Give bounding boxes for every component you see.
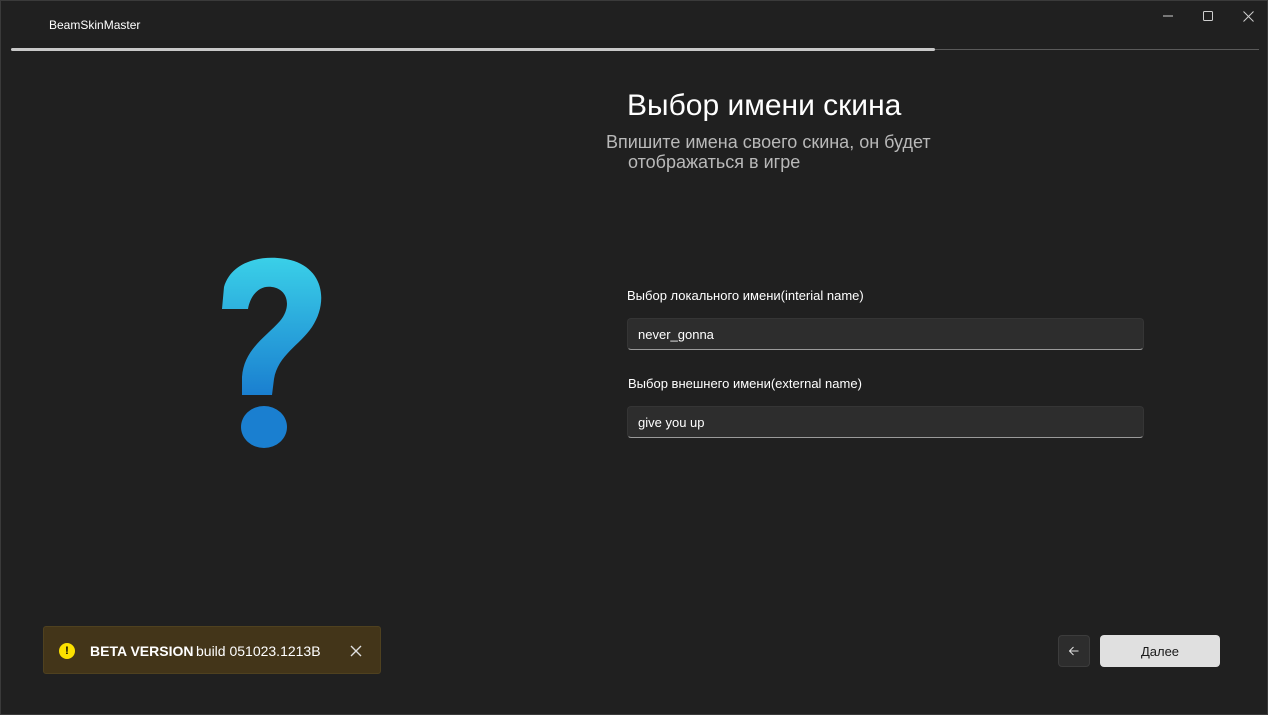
subtitle-line-1: Впишите имена своего скина, он будет xyxy=(606,132,931,152)
close-icon xyxy=(1242,10,1254,22)
beta-title: BETA VERSION xyxy=(90,643,194,659)
title-bar[interactable]: BeamSkinMaster xyxy=(1,1,1267,33)
beta-build-number: build 051023.1213B xyxy=(196,643,321,659)
minimize-icon xyxy=(1163,15,1173,17)
local-name-input[interactable] xyxy=(627,318,1144,350)
close-button[interactable] xyxy=(1228,1,1268,31)
back-button[interactable] xyxy=(1058,635,1090,667)
local-name-label: Выбор локального имени(interial name) xyxy=(627,288,864,303)
warning-icon: ! xyxy=(59,643,75,659)
close-icon xyxy=(350,645,362,657)
beta-notice-bar: ! BETA VERSION build 051023.1213B xyxy=(43,626,381,674)
beta-close-button[interactable] xyxy=(346,641,366,661)
external-name-label: Выбор внешнего имени(external name) xyxy=(628,376,862,391)
app-title: BeamSkinMaster xyxy=(49,18,141,32)
maximize-icon xyxy=(1203,11,1213,21)
external-name-input[interactable] xyxy=(627,406,1144,438)
subtitle-line-2: отображаться в игре xyxy=(628,152,801,172)
wizard-progress-fill xyxy=(11,48,935,51)
next-button[interactable]: Далее xyxy=(1100,635,1220,667)
question-mark-icon xyxy=(222,257,322,448)
page-title: Выбор имени скина xyxy=(627,89,902,122)
app-window: BeamSkinMaster Выбор имени скина Впишите… xyxy=(0,0,1268,715)
minimize-button[interactable] xyxy=(1148,1,1188,31)
arrow-left-icon xyxy=(1069,646,1079,656)
maximize-button[interactable] xyxy=(1188,1,1228,31)
page-subtitle: Впишите имена своего скина, он будет ото… xyxy=(606,132,986,172)
